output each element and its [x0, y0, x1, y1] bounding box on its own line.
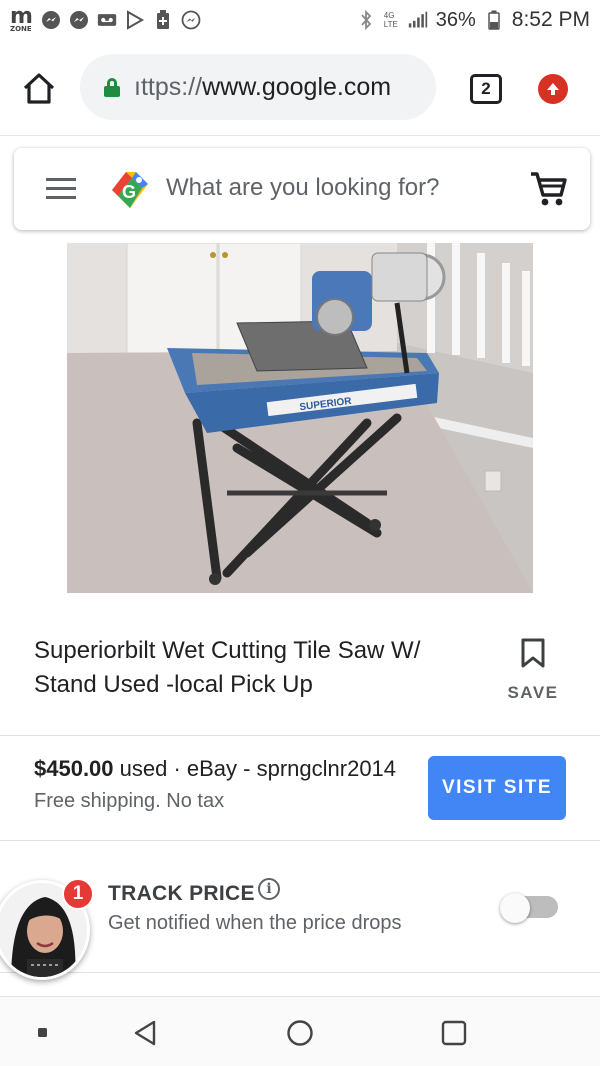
system-nav-bar — [0, 996, 600, 1066]
divider — [0, 972, 600, 973]
save-button[interactable]: SAVE — [500, 638, 566, 706]
shipping-info: Free shipping. No tax — [34, 790, 225, 812]
badge-count: 1 — [72, 883, 84, 904]
signal-icon — [408, 10, 428, 30]
arrow-up-icon — [547, 83, 559, 95]
carrier-logo-subtext: ZONE — [10, 24, 32, 33]
home-nav-button[interactable] — [286, 1019, 314, 1052]
track-price-title: TRACK PRICE — [108, 882, 255, 905]
google-shopping-logo: G — [108, 168, 152, 212]
screen: m ZONE 4G LTE 36% 8:52 PM ıttps://www.go… — [0, 0, 600, 1066]
battery-icon — [484, 10, 504, 30]
notification-badge: 1 — [62, 878, 94, 910]
url-text[interactable]: ıttps://www.google.com — [134, 73, 391, 102]
battery-percent: 36% — [435, 8, 476, 31]
save-label: SAVE — [507, 683, 559, 702]
recents-dot-button[interactable] — [37, 1026, 49, 1044]
square-icon — [441, 1020, 467, 1046]
browser-toolbar: ıttps://www.google.com 2 — [0, 40, 600, 136]
messenger-icon — [69, 10, 89, 30]
cart-button[interactable] — [528, 170, 568, 208]
battery-saver-icon — [153, 10, 173, 30]
url-prefix: ıttps:// — [134, 72, 203, 101]
status-bar: m ZONE 4G LTE 36% 8:52 PM — [0, 0, 600, 40]
home-circle-icon — [287, 1020, 313, 1046]
overview-button[interactable] — [440, 1019, 468, 1052]
home-button[interactable] — [20, 70, 58, 106]
status-bar-notifications: m ZONE — [10, 5, 201, 33]
bluetooth-icon — [356, 10, 376, 30]
voicemail-icon — [97, 10, 117, 30]
menu-icon[interactable] — [46, 178, 76, 200]
svg-text:G: G — [122, 182, 136, 202]
cart-icon — [531, 172, 567, 206]
messenger-icon — [181, 10, 201, 30]
update-button[interactable] — [538, 74, 568, 104]
omnibox[interactable]: ıttps://www.google.com — [80, 54, 436, 120]
info-icon[interactable]: i — [258, 878, 280, 900]
track-price-subtitle: Get notified when the price drops — [108, 912, 402, 934]
product-title[interactable]: Superiorbilt Wet Cutting Tile Saw W/ Sta… — [34, 634, 484, 702]
chat-head[interactable]: 1 — [0, 878, 94, 982]
product-image[interactable]: SUPERIOR — [67, 243, 533, 593]
toggle-thumb — [500, 893, 530, 923]
tab-count: 2 — [481, 79, 491, 98]
bookmark-icon — [521, 638, 545, 668]
price: $450.00 — [34, 756, 114, 781]
lock-icon — [104, 78, 120, 97]
home-icon — [23, 73, 55, 104]
back-triangle-icon — [134, 1020, 156, 1046]
play-store-icon — [125, 10, 145, 30]
shopping-search-bar[interactable]: G What are you looking for? — [14, 148, 590, 230]
tab-switcher-button[interactable]: 2 — [470, 74, 502, 104]
visit-site-label: VISIT SITE — [441, 777, 553, 798]
search-placeholder[interactable]: What are you looking for? — [166, 174, 439, 202]
square-dot-icon — [38, 1028, 47, 1037]
carrier-logo: m ZONE — [10, 5, 33, 33]
divider — [0, 735, 600, 736]
visit-site-button[interactable]: VISIT SITE — [428, 756, 566, 820]
track-price-toggle[interactable] — [500, 893, 560, 923]
network-type: 4G LTE — [383, 11, 398, 29]
url-domain: www.google.com — [202, 72, 392, 101]
divider — [0, 840, 600, 841]
status-bar-system: 4G LTE 36% 8:52 PM — [356, 8, 590, 32]
back-button[interactable] — [132, 1019, 158, 1052]
clock: 8:52 PM — [511, 8, 590, 31]
offer-summary: $450.00 used · eBay - sprngclnr2014 — [34, 756, 396, 782]
seller-info: used · eBay - sprngclnr2014 — [113, 756, 397, 781]
messenger-icon — [41, 10, 61, 30]
